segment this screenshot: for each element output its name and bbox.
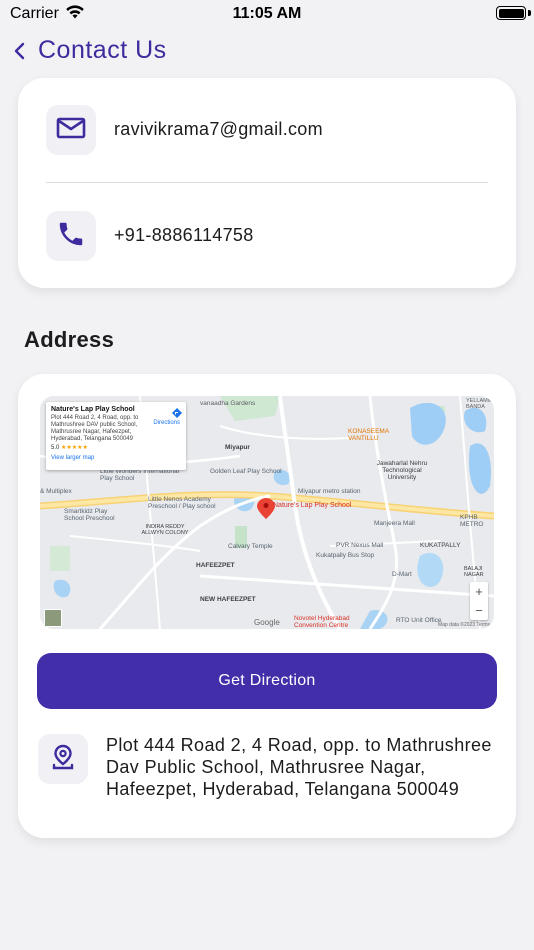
map-label: INDIRA REDDY ALLWYN COLONY xyxy=(141,524,189,536)
google-logo: Google xyxy=(254,618,280,627)
map-label: Little Wonders International Play School xyxy=(100,468,180,482)
directions-link[interactable]: Directions xyxy=(153,420,180,427)
mail-icon xyxy=(56,116,86,145)
address-card: vanaadha Gardens YELLAMMA BANDA KONASEEM… xyxy=(18,374,516,838)
zoom-control: + − xyxy=(470,582,488,620)
map-label: YELLAMMA BANDA xyxy=(466,398,494,410)
phone-icon xyxy=(56,219,86,254)
map-label: Smartkidz Play School Preschool xyxy=(64,508,115,522)
page-title: Contact Us xyxy=(38,36,167,64)
phone-link[interactable]: +91-8886114758 xyxy=(114,225,254,246)
map-label: Little Nenos Academy Preschool / Play sc… xyxy=(148,496,216,510)
map-info-popup: Nature's Lap Play School Plot 444 Road 2… xyxy=(46,402,186,470)
map-label: BALAJI NAGAR xyxy=(464,566,484,578)
map-label: Calvary Temple xyxy=(228,543,273,550)
map-label: Kukatpally Bus Stop xyxy=(316,552,375,559)
map-label: Miyapur xyxy=(225,444,250,451)
status-bar: Carrier 11:05 AM xyxy=(0,0,534,28)
map-label: Golden Leaf Play School xyxy=(210,468,282,475)
map-view[interactable]: vanaadha Gardens YELLAMMA BANDA KONASEEM… xyxy=(40,396,494,629)
back-chevron-icon[interactable] xyxy=(12,41,28,61)
popup-title: Nature's Lap Play School xyxy=(51,406,135,413)
location-icon-box xyxy=(38,734,88,784)
phone-icon-box xyxy=(46,211,96,261)
map-label: vanaadha Gardens xyxy=(200,400,256,407)
map-label: & Multiplex xyxy=(40,488,72,495)
map-label: PVR Nexus Mall xyxy=(336,542,384,549)
nav-bar: Contact Us xyxy=(0,32,534,72)
zoom-in-button[interactable]: + xyxy=(470,582,488,601)
address-text: Plot 444 Road 2, 4 Road, opp. to Mathrus… xyxy=(106,735,492,799)
map-label: D-Mart xyxy=(392,571,412,578)
map-pin-label: Nature's Lap Play School xyxy=(273,502,352,509)
get-direction-button[interactable]: Get Direction xyxy=(37,653,497,709)
map-label: RTO Unit Office xyxy=(396,617,442,624)
rating-value: 5.0 xyxy=(51,445,60,451)
map-label: Manjeera Mall xyxy=(374,520,415,527)
map-label: Novotel Hyderabad Convention Centre xyxy=(294,615,350,629)
map-label: NEW HAFEEZPET xyxy=(200,596,256,603)
divider xyxy=(46,182,488,183)
map-label: KPHB METRO xyxy=(460,514,484,528)
address-heading: Address xyxy=(24,327,115,352)
map-label: KUKATPALLY xyxy=(420,542,461,549)
map-label: HAFEEZPET xyxy=(196,562,235,569)
satellite-toggle[interactable] xyxy=(44,609,62,627)
star-rating-icon: ★★★★★ xyxy=(61,445,88,451)
email-icon-box xyxy=(46,105,96,155)
map-label: KONASEEMA VANTILLU xyxy=(348,428,389,442)
map-attribution[interactable]: Map data ©2023 Terms xyxy=(438,622,490,628)
map-label: Miyapur metro station xyxy=(298,488,361,495)
view-larger-map-link[interactable]: View larger map xyxy=(51,455,181,462)
zoom-out-button[interactable]: − xyxy=(470,601,488,620)
popup-rating: 5.0 ★★★★★ xyxy=(51,445,181,452)
popup-address: Plot 444 Road 2, 4 Road, opp. to Mathrus… xyxy=(51,415,139,442)
email-link[interactable]: ravivikrama7@gmail.com xyxy=(114,119,323,140)
map-label: Jawaharlal Nehru Technological Universit… xyxy=(376,460,428,481)
location-pin-icon xyxy=(50,743,76,776)
clock: 11:05 AM xyxy=(232,5,302,22)
contact-card: ravivikrama7@gmail.com +91-8886114758 xyxy=(18,78,516,288)
